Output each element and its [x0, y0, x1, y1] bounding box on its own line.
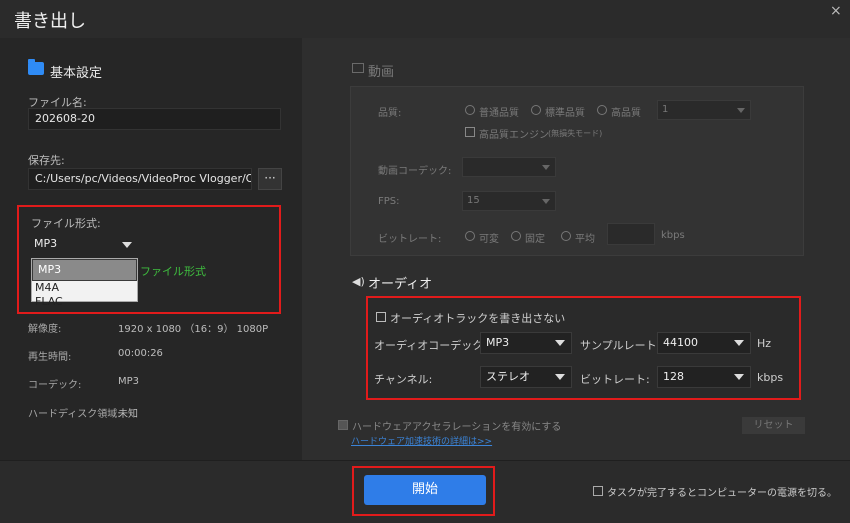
codec-label: コーデック:	[28, 380, 82, 391]
chevron-down-icon	[555, 374, 565, 380]
duration-label: 再生時間:	[28, 352, 72, 363]
shutdown-checkbox[interactable]	[593, 486, 603, 496]
audio-codec-select[interactable]: MP3	[480, 332, 572, 354]
quality-standard-label: 標準品質	[545, 108, 585, 119]
resolution-value: 1920 x 1080 （16：9） 1080P	[118, 324, 269, 335]
resolution-label: 解像度:	[28, 324, 62, 335]
fps-select[interactable]: 15	[462, 191, 556, 211]
browse-button[interactable]: ···	[258, 168, 282, 190]
format-option-mp3[interactable]: MP3	[32, 259, 137, 281]
fps-label: FPS:	[378, 196, 400, 207]
quality-select[interactable]: 1	[657, 100, 751, 120]
format-select[interactable]: MP3	[30, 234, 138, 256]
channel-label: チャンネル:	[374, 373, 433, 386]
title-bar	[0, 0, 850, 38]
quality-high-label: 高品質	[611, 108, 641, 119]
video-codec-select[interactable]	[462, 157, 556, 177]
save-path-label: 保存先:	[28, 154, 65, 167]
bitrate-average-label: 平均	[575, 234, 595, 245]
hw-detail-link[interactable]: ハードウェア加速技術の詳細は>>	[351, 434, 492, 447]
disk-value: 未知	[118, 409, 138, 420]
video-title: 動画	[368, 65, 395, 80]
shutdown-label: タスクが完了するとコンピューターの電源を切る。	[607, 488, 837, 499]
audio-bitrate-select[interactable]: 128	[657, 366, 751, 388]
chevron-down-icon	[737, 108, 745, 113]
video-codec-label: 動画コーデック:	[378, 166, 452, 177]
audio-bitrate-unit: kbps	[757, 371, 784, 384]
hq-engine-note: (無損失モード)	[548, 129, 603, 138]
quality-normal-radio[interactable]	[465, 105, 475, 115]
hq-engine-label: 高品質エンジン	[479, 130, 549, 141]
codec-value: MP3	[118, 376, 140, 387]
quality-select-value: 1	[662, 104, 669, 115]
window-title: 書き出し	[14, 11, 86, 32]
video-icon	[352, 63, 364, 73]
bitrate-constant-radio[interactable]	[511, 231, 521, 241]
audio-codec-label: オーディオコーデック:	[374, 339, 487, 352]
audio-bitrate-value: 128	[663, 370, 684, 383]
format-option-flac[interactable]: FLAC	[32, 295, 137, 309]
samplerate-select[interactable]: 44100	[657, 332, 751, 354]
close-icon[interactable]: ×	[830, 3, 842, 19]
chevron-down-icon	[734, 374, 744, 380]
audio-bitrate-label: ビットレート:	[580, 373, 650, 386]
reset-button[interactable]: リセット	[742, 417, 805, 434]
fps-select-value: 15	[467, 195, 480, 206]
samplerate-unit: Hz	[757, 337, 772, 350]
folder-icon	[28, 59, 44, 75]
format-option-m4a[interactable]: M4A	[32, 281, 137, 295]
samplerate-label: サンプルレート:	[580, 339, 661, 352]
hw-accel-checkbox[interactable]	[338, 420, 348, 430]
save-path-input[interactable]: C:/Users/pc/Videos/VideoProc Vlogger/Out…	[28, 168, 252, 190]
filename-input[interactable]: 202608-20	[28, 108, 281, 130]
format-dropdown: MP3 M4A FLAC	[31, 258, 138, 308]
hw-accel-label: ハードウェアアクセラレーションを有効にする	[352, 422, 562, 433]
chevron-down-icon	[542, 165, 550, 170]
audio-title: オーディオ	[368, 277, 433, 292]
quality-label: 品質:	[378, 108, 402, 119]
format-hint: ファイル形式	[140, 265, 206, 278]
video-bitrate-label: ビットレート:	[378, 234, 442, 245]
quality-standard-radio[interactable]	[531, 105, 541, 115]
format-select-value: MP3	[34, 237, 58, 250]
quality-normal-label: 普通品質	[479, 108, 519, 119]
duration-value: 00:00:26	[118, 348, 163, 359]
audio-codec-value: MP3	[486, 336, 510, 349]
video-bitrate-input[interactable]	[607, 223, 655, 245]
format-label: ファイル形式:	[31, 217, 101, 230]
hq-engine-checkbox[interactable]	[465, 127, 475, 137]
bitrate-constant-label: 固定	[525, 234, 545, 245]
quality-high-radio[interactable]	[597, 105, 607, 115]
channel-value: ステレオ	[486, 370, 530, 383]
speaker-icon: ◀)	[352, 275, 365, 288]
basic-settings-title: 基本設定	[50, 66, 103, 81]
bitrate-variable-radio[interactable]	[465, 231, 475, 241]
no-audio-checkbox[interactable]	[376, 312, 386, 322]
bitrate-average-radio[interactable]	[561, 231, 571, 241]
chevron-down-icon	[734, 340, 744, 346]
bitrate-variable-label: 可変	[479, 234, 499, 245]
chevron-down-icon	[122, 242, 132, 248]
chevron-down-icon	[542, 199, 550, 204]
video-bitrate-unit: kbps	[661, 230, 685, 241]
start-button[interactable]: 開始	[364, 475, 486, 505]
channel-select[interactable]: ステレオ	[480, 366, 572, 388]
no-audio-label: オーディオトラックを書き出さない	[390, 312, 566, 325]
disk-label: ハードディスク領域:	[28, 409, 121, 420]
samplerate-value: 44100	[663, 336, 698, 349]
chevron-down-icon	[555, 340, 565, 346]
